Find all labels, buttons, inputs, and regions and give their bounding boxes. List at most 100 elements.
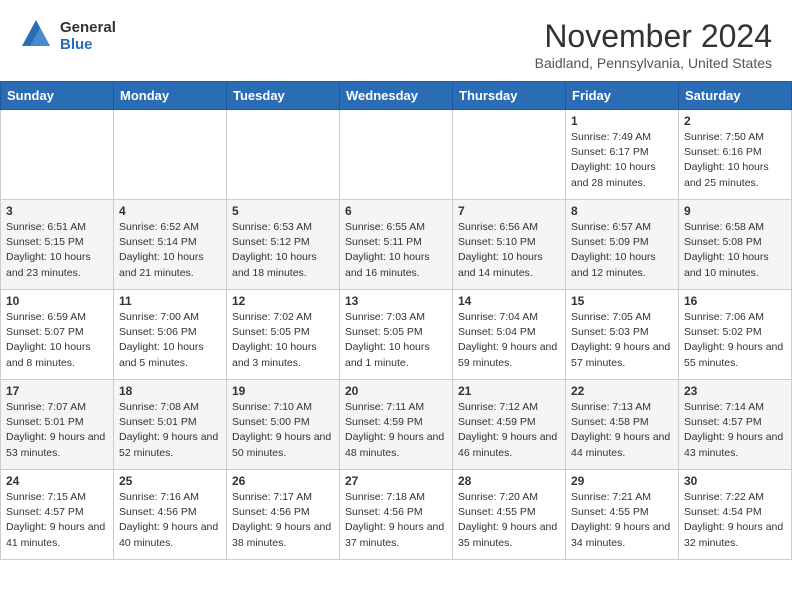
day-number: 6	[345, 204, 447, 218]
day-number: 30	[684, 474, 786, 488]
calendar-cell: 4 Sunrise: 6:52 AM Sunset: 5:14 PM Daylig…	[114, 200, 227, 290]
calendar-cell: 1 Sunrise: 7:49 AM Sunset: 6:17 PM Daylig…	[566, 110, 679, 200]
calendar-cell: 28Sunrise: 7:20 AM Sunset: 4:55 PM Dayli…	[453, 470, 566, 560]
location-subtitle: Baidland, Pennsylvania, United States	[535, 55, 772, 71]
day-number: 3	[6, 204, 108, 218]
weekday-header-friday: Friday	[566, 82, 679, 110]
day-info: Sunrise: 7:17 AM Sunset: 4:56 PM Dayligh…	[232, 490, 334, 551]
weekday-header-monday: Monday	[114, 82, 227, 110]
day-number: 23	[684, 384, 786, 398]
day-number: 9	[684, 204, 786, 218]
calendar-cell: 13 Sunrise: 7:03 AM Sunset: 5:05 PM Dayli…	[340, 290, 453, 380]
day-number: 7	[458, 204, 560, 218]
calendar-week-row: 17 Sunrise: 7:07 AM Sunset: 5:01 PM Dayli…	[1, 380, 792, 470]
day-number: 1	[571, 114, 673, 128]
weekday-header-wednesday: Wednesday	[340, 82, 453, 110]
day-number: 13	[345, 294, 447, 308]
calendar-cell: 9 Sunrise: 6:58 AM Sunset: 5:08 PM Daylig…	[679, 200, 792, 290]
calendar-cell: 5Sunrise: 6:53 AM Sunset: 5:12 PM Daylig…	[227, 200, 340, 290]
day-number: 20	[345, 384, 447, 398]
calendar-cell: 10 Sunrise: 6:59 AM Sunset: 5:07 PM Dayli…	[1, 290, 114, 380]
day-number: 26	[232, 474, 334, 488]
day-info: Sunrise: 7:03 AM Sunset: 5:05 PM Dayligh…	[345, 310, 447, 371]
day-number: 22	[571, 384, 673, 398]
day-info: Sunrise: 7:06 AM Sunset: 5:02 PM Dayligh…	[684, 310, 786, 371]
calendar-cell: 29 Sunrise: 7:21 AM Sunset: 4:55 PM Dayli…	[566, 470, 679, 560]
day-info: Sunrise: 6:52 AM Sunset: 5:14 PM Dayligh…	[119, 220, 221, 281]
calendar-cell: 8 Sunrise: 6:57 AM Sunset: 5:09 PM Daylig…	[566, 200, 679, 290]
day-info: Sunrise: 7:10 AM Sunset: 5:00 PM Dayligh…	[232, 400, 334, 461]
day-number: 28	[458, 474, 560, 488]
calendar-week-row: 3Sunrise: 6:51 AM Sunset: 5:15 PM Daylig…	[1, 200, 792, 290]
weekday-header-saturday: Saturday	[679, 82, 792, 110]
calendar-cell	[114, 110, 227, 200]
day-number: 25	[119, 474, 221, 488]
calendar-cell: 6Sunrise: 6:55 AM Sunset: 5:11 PM Daylig…	[340, 200, 453, 290]
day-number: 17	[6, 384, 108, 398]
day-info: Sunrise: 6:58 AM Sunset: 5:08 PM Dayligh…	[684, 220, 786, 281]
day-info: Sunrise: 7:12 AM Sunset: 4:59 PM Dayligh…	[458, 400, 560, 461]
calendar-cell: 11Sunrise: 7:00 AM Sunset: 5:06 PM Dayli…	[114, 290, 227, 380]
day-number: 10	[6, 294, 108, 308]
logo-icon	[20, 18, 52, 55]
day-info: Sunrise: 7:21 AM Sunset: 4:55 PM Dayligh…	[571, 490, 673, 551]
title-block: November 2024 Baidland, Pennsylvania, Un…	[535, 18, 772, 71]
calendar-cell: 25 Sunrise: 7:16 AM Sunset: 4:56 PM Dayli…	[114, 470, 227, 560]
calendar-table: SundayMondayTuesdayWednesdayThursdayFrid…	[0, 81, 792, 560]
day-info: Sunrise: 7:07 AM Sunset: 5:01 PM Dayligh…	[6, 400, 108, 461]
calendar-cell	[453, 110, 566, 200]
calendar-week-row: 1 Sunrise: 7:49 AM Sunset: 6:17 PM Daylig…	[1, 110, 792, 200]
logo-general: General	[60, 20, 116, 37]
calendar-cell: 3Sunrise: 6:51 AM Sunset: 5:15 PM Daylig…	[1, 200, 114, 290]
day-number: 8	[571, 204, 673, 218]
weekday-header-row: SundayMondayTuesdayWednesdayThursdayFrid…	[1, 82, 792, 110]
calendar-cell: 16Sunrise: 7:06 AM Sunset: 5:02 PM Dayli…	[679, 290, 792, 380]
day-info: Sunrise: 7:08 AM Sunset: 5:01 PM Dayligh…	[119, 400, 221, 461]
day-info: Sunrise: 6:57 AM Sunset: 5:09 PM Dayligh…	[571, 220, 673, 281]
day-info: Sunrise: 7:15 AM Sunset: 4:57 PM Dayligh…	[6, 490, 108, 551]
day-info: Sunrise: 7:05 AM Sunset: 5:03 PM Dayligh…	[571, 310, 673, 371]
day-info: Sunrise: 7:02 AM Sunset: 5:05 PM Dayligh…	[232, 310, 334, 371]
calendar-cell: 18 Sunrise: 7:08 AM Sunset: 5:01 PM Dayli…	[114, 380, 227, 470]
day-info: Sunrise: 6:56 AM Sunset: 5:10 PM Dayligh…	[458, 220, 560, 281]
logo-text: General Blue	[60, 20, 116, 53]
day-number: 12	[232, 294, 334, 308]
day-number: 24	[6, 474, 108, 488]
day-info: Sunrise: 7:22 AM Sunset: 4:54 PM Dayligh…	[684, 490, 786, 551]
month-year-title: November 2024	[535, 18, 772, 55]
day-number: 29	[571, 474, 673, 488]
calendar-cell: 15 Sunrise: 7:05 AM Sunset: 5:03 PM Dayli…	[566, 290, 679, 380]
day-number: 4	[119, 204, 221, 218]
weekday-header-thursday: Thursday	[453, 82, 566, 110]
calendar-cell	[340, 110, 453, 200]
calendar-week-row: 10 Sunrise: 6:59 AM Sunset: 5:07 PM Dayli…	[1, 290, 792, 380]
day-info: Sunrise: 7:04 AM Sunset: 5:04 PM Dayligh…	[458, 310, 560, 371]
day-number: 18	[119, 384, 221, 398]
day-info: Sunrise: 6:59 AM Sunset: 5:07 PM Dayligh…	[6, 310, 108, 371]
calendar-week-row: 24 Sunrise: 7:15 AM Sunset: 4:57 PM Dayli…	[1, 470, 792, 560]
calendar-cell	[227, 110, 340, 200]
day-number: 2	[684, 114, 786, 128]
day-info: Sunrise: 7:16 AM Sunset: 4:56 PM Dayligh…	[119, 490, 221, 551]
day-number: 14	[458, 294, 560, 308]
day-info: Sunrise: 7:49 AM Sunset: 6:17 PM Dayligh…	[571, 130, 673, 191]
day-info: Sunrise: 6:53 AM Sunset: 5:12 PM Dayligh…	[232, 220, 334, 281]
day-number: 19	[232, 384, 334, 398]
day-info: Sunrise: 7:50 AM Sunset: 6:16 PM Dayligh…	[684, 130, 786, 191]
calendar-cell	[1, 110, 114, 200]
calendar-cell: 27 Sunrise: 7:18 AM Sunset: 4:56 PM Dayli…	[340, 470, 453, 560]
calendar-cell: 23Sunrise: 7:14 AM Sunset: 4:57 PM Dayli…	[679, 380, 792, 470]
calendar-cell: 12 Sunrise: 7:02 AM Sunset: 5:05 PM Dayli…	[227, 290, 340, 380]
day-number: 27	[345, 474, 447, 488]
day-number: 11	[119, 294, 221, 308]
weekday-header-tuesday: Tuesday	[227, 82, 340, 110]
day-info: Sunrise: 7:18 AM Sunset: 4:56 PM Dayligh…	[345, 490, 447, 551]
day-number: 15	[571, 294, 673, 308]
calendar-cell: 21Sunrise: 7:12 AM Sunset: 4:59 PM Dayli…	[453, 380, 566, 470]
calendar-cell: 30 Sunrise: 7:22 AM Sunset: 4:54 PM Dayli…	[679, 470, 792, 560]
calendar-cell: 7 Sunrise: 6:56 AM Sunset: 5:10 PM Daylig…	[453, 200, 566, 290]
page-header: General Blue November 2024 Baidland, Pen…	[0, 0, 792, 81]
calendar-cell: 17 Sunrise: 7:07 AM Sunset: 5:01 PM Dayli…	[1, 380, 114, 470]
calendar-cell: 14 Sunrise: 7:04 AM Sunset: 5:04 PM Dayli…	[453, 290, 566, 380]
logo: General Blue	[20, 18, 116, 55]
